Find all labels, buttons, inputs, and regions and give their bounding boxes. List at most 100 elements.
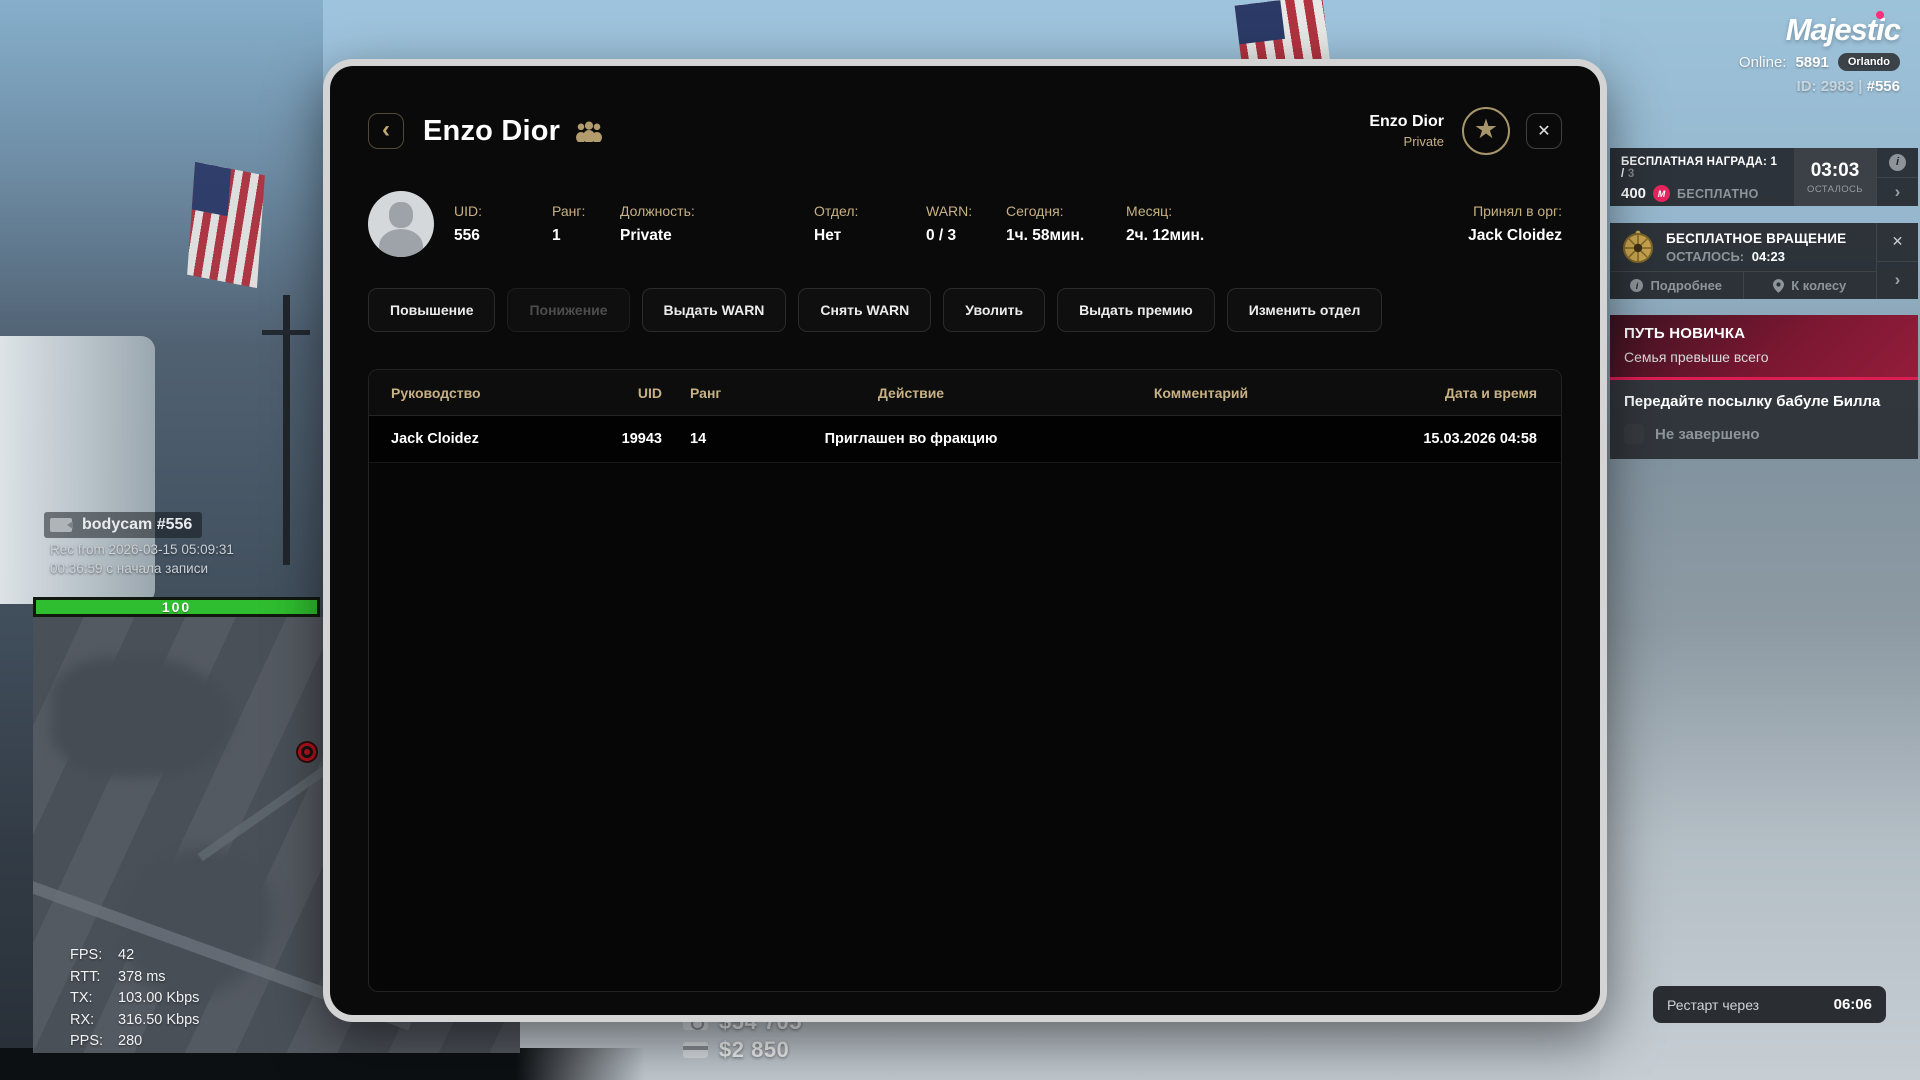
stat-rx: RX:316.50 Kbps bbox=[70, 1010, 199, 1032]
row-uid: 19943 bbox=[601, 431, 666, 447]
online-count: 5891 bbox=[1795, 54, 1828, 71]
reward-info-button[interactable]: i bbox=[1877, 148, 1918, 178]
row-leader: Jack Cloidez bbox=[391, 431, 601, 447]
restart-label: Рестарт через bbox=[1667, 997, 1759, 1013]
newbie-path-header: ПУТЬ НОВИЧКА Семья превыше всего bbox=[1610, 315, 1918, 380]
demote-button[interactable]: Понижение bbox=[507, 288, 629, 332]
bodycam-rec-line: Rec from 2026-03-15 05:09:31 bbox=[44, 542, 234, 557]
stat-tx: TX:103.00 Kbps bbox=[70, 988, 199, 1010]
free-spin-panel: БЕСПЛАТНОЕ ВРАЩЕНИЕ ОСТАЛОСЬ: 04:23 i По… bbox=[1610, 223, 1918, 299]
location-pin-icon bbox=[1773, 279, 1784, 293]
col-leadership: Руководство bbox=[391, 385, 601, 401]
remove-warn-button[interactable]: Снять WARN bbox=[798, 288, 931, 332]
health-value: 100 bbox=[162, 599, 191, 615]
promote-button[interactable]: Повышение bbox=[368, 288, 495, 332]
reward-timer-box: 03:03 ОСТАЛОСЬ bbox=[1794, 148, 1876, 206]
free-reward-amount-row: 400 M БЕСПЛАТНО bbox=[1621, 185, 1783, 202]
game-screen: bodycam #556 Rec from 2026-03-15 05:09:3… bbox=[0, 0, 1920, 1080]
online-row: Online: 5891 Orlando bbox=[1739, 53, 1900, 71]
group-members-icon bbox=[574, 121, 604, 142]
server-badge: Orlando bbox=[1838, 53, 1900, 71]
newbie-path-subtitle: Семья превыше всего bbox=[1624, 349, 1904, 365]
spin-timer: 04:23 bbox=[1752, 249, 1785, 264]
wheel-of-fortune-icon bbox=[1620, 229, 1656, 265]
newbie-path-body: Передайте посылку бабуле Билла Не заверш… bbox=[1610, 380, 1918, 459]
give-warn-button[interactable]: Выдать WARN bbox=[642, 288, 787, 332]
scene-crossbar bbox=[262, 330, 310, 335]
dynamic-id: #556 bbox=[1867, 78, 1900, 95]
stat-pps: PPS:280 bbox=[70, 1031, 199, 1053]
close-button[interactable]: ✕ bbox=[1526, 113, 1562, 149]
server-brand: Majestic Online: 5891 Orlando ID: 2983 |… bbox=[1739, 12, 1900, 95]
bodycam-title: bodycam #556 bbox=[82, 516, 192, 534]
modal-header: ‹ Enzo Dior Enzo Dior Private ★ ✕ bbox=[368, 107, 1562, 155]
task-status-label: Не завершено bbox=[1655, 426, 1760, 443]
info-icon: i bbox=[1889, 154, 1906, 171]
give-bonus-button[interactable]: Выдать премию bbox=[1057, 288, 1215, 332]
reward-amount: 400 bbox=[1621, 185, 1646, 202]
reward-timer-label: ОСТАЛОСЬ bbox=[1807, 184, 1863, 195]
info-icon: i bbox=[1630, 279, 1643, 292]
table-header: Руководство UID Ранг Действие Комментари… bbox=[369, 370, 1561, 416]
history-table: Руководство UID Ранг Действие Комментари… bbox=[368, 369, 1562, 992]
col-comment: Комментарий bbox=[1056, 385, 1346, 401]
free-spin-text: БЕСПЛАТНОЕ ВРАЩЕНИЕ ОСТАЛОСЬ: 04:23 bbox=[1666, 231, 1846, 264]
spin-details-button[interactable]: i Подробнее bbox=[1610, 272, 1743, 299]
scene-pole bbox=[283, 295, 290, 565]
table-row: Jack Cloidez 19943 14 Приглашен во фракц… bbox=[369, 416, 1561, 463]
col-datetime: Дата и время bbox=[1346, 385, 1539, 401]
chevron-right-icon: › bbox=[1895, 270, 1901, 290]
stat-today: Сегодня:1ч. 58мин. bbox=[1006, 203, 1126, 245]
majestic-coin-icon: M bbox=[1653, 185, 1670, 202]
scene-us-flag-left bbox=[187, 162, 265, 288]
bank-value: $2 850 bbox=[719, 1037, 789, 1063]
majestic-logo: Majestic bbox=[1739, 12, 1900, 48]
reward-free-label: БЕСПЛАТНО bbox=[1677, 187, 1759, 201]
bank-row: $2 850 bbox=[683, 1036, 802, 1064]
free-reward-panel: БЕСПЛАТНАЯ НАГРАДА: 1 / 3 400 M БЕСПЛАТН… bbox=[1610, 148, 1918, 206]
change-department-button[interactable]: Изменить отдел bbox=[1227, 288, 1383, 332]
newbie-task-text: Передайте посылку бабуле Билла bbox=[1624, 393, 1904, 410]
col-uid: UID bbox=[601, 385, 666, 401]
reward-expand-button[interactable]: › bbox=[1877, 178, 1918, 207]
member-name-block: Enzo Dior Private bbox=[1369, 113, 1444, 149]
newbie-path-title: ПУТЬ НОВИЧКА bbox=[1624, 325, 1904, 342]
member-rank: Private bbox=[1369, 134, 1444, 149]
restart-timer: 06:06 bbox=[1834, 996, 1872, 1013]
bank-card-icon bbox=[683, 1042, 708, 1058]
spin-close-button[interactable]: ✕ bbox=[1877, 223, 1918, 262]
minimap-terrain bbox=[51, 657, 231, 777]
member-name-title: Enzo Dior bbox=[423, 115, 560, 148]
stat-fps: FPS:42 bbox=[70, 945, 199, 967]
member-stats-row: UID:556 Ранг:1 Должность:Private Отдел:Н… bbox=[368, 191, 1562, 257]
action-buttons-row: Повышение Понижение Выдать WARN Снять WA… bbox=[368, 288, 1562, 332]
row-datetime: 15.03.2026 04:58 bbox=[1346, 431, 1539, 447]
free-spin-top: БЕСПЛАТНОЕ ВРАЩЕНИЕ ОСТАЛОСЬ: 04:23 bbox=[1610, 223, 1876, 271]
bodycam-title-row: bodycam #556 bbox=[44, 512, 202, 538]
chevron-right-icon: › bbox=[1895, 182, 1901, 202]
stat-uid: UID:556 bbox=[454, 203, 552, 245]
health-bar: 100 bbox=[33, 597, 320, 617]
newbie-path-panel: ПУТЬ НОВИЧКА Семья превыше всего Передай… bbox=[1610, 315, 1918, 459]
task-checkbox[interactable] bbox=[1624, 424, 1644, 444]
col-action: Действие bbox=[766, 385, 1056, 401]
restart-timer-bar: Рестарт через 06:06 bbox=[1653, 986, 1886, 1023]
member-profile-modal: ‹ Enzo Dior Enzo Dior Private ★ ✕ bbox=[323, 59, 1607, 1022]
right-hud: БЕСПЛАТНАЯ НАГРАДА: 1 / 3 400 M БЕСПЛАТН… bbox=[1610, 148, 1918, 459]
spin-rail: ✕ › bbox=[1876, 223, 1918, 299]
member-name: Enzo Dior bbox=[1369, 113, 1444, 131]
bodycam-elapsed-line: 00:36:59 с начала записи bbox=[44, 561, 234, 576]
spin-goto-wheel-button[interactable]: К колесу bbox=[1743, 272, 1877, 299]
player-id-row: ID: 2983 | #556 bbox=[1739, 78, 1900, 95]
minimap-target-icon bbox=[296, 741, 318, 763]
stat-rank: Ранг:1 bbox=[552, 203, 620, 245]
free-reward-title: БЕСПЛАТНАЯ НАГРАДА: 1 / 3 bbox=[1621, 156, 1783, 180]
newbie-status-row: Не завершено bbox=[1624, 424, 1904, 444]
spin-expand-button[interactable]: › bbox=[1877, 262, 1918, 300]
fire-button[interactable]: Уволить bbox=[943, 288, 1045, 332]
back-button[interactable]: ‹ bbox=[368, 113, 404, 149]
col-rank: Ранг bbox=[666, 385, 766, 401]
stat-month: Месяц:2ч. 12мин. bbox=[1126, 203, 1256, 245]
bodycam-overlay: bodycam #556 Rec from 2026-03-15 05:09:3… bbox=[44, 512, 234, 576]
faction-star-emblem: ★ bbox=[1462, 107, 1510, 155]
